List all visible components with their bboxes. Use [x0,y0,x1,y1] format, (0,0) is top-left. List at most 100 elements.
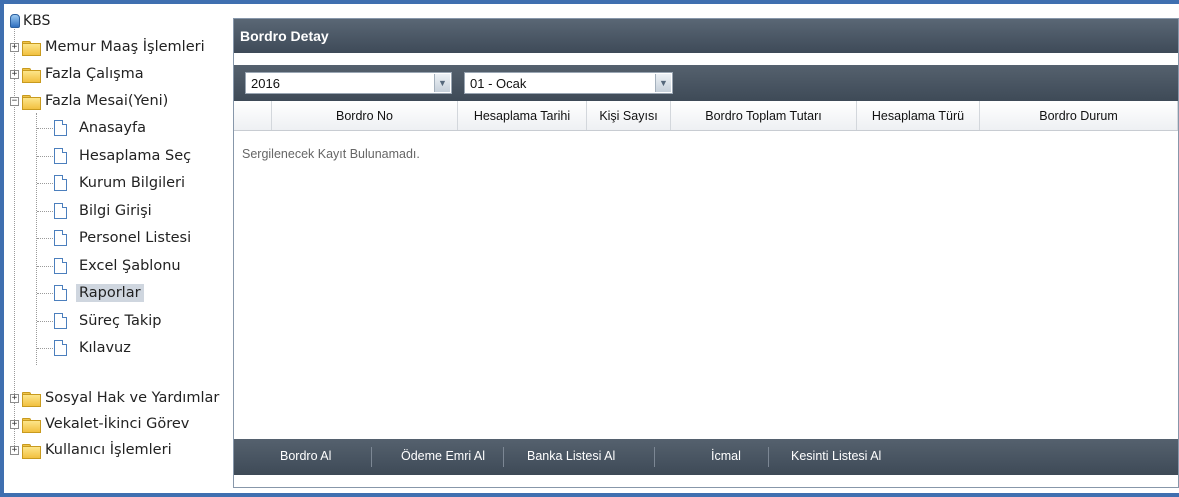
panel-title: Bordro Detay [240,28,329,44]
tree-item-label: Fazla Çalışma [45,66,144,82]
odeme-emri-al-button[interactable]: Ödeme Emri Al [401,449,485,463]
tree-child-surec-takip[interactable]: Süreç Takip [54,310,165,332]
folder-icon [22,443,41,459]
tree-item-kullanici[interactable]: Kullanıcı İşlemleri [22,439,175,461]
tree-connector [37,321,55,322]
month-select-value: 01 - Ocak [470,75,527,91]
toolbar-separator [768,447,769,467]
expand-vekalet-icon[interactable]: + [10,420,19,429]
page-icon [54,340,67,356]
tree-child-kurum-bilgileri[interactable]: Kurum Bilgileri [54,172,188,194]
tree-item-label: Sosyal Hak ve Yardımlar [45,390,220,406]
tree-connector [37,128,55,129]
icmal-button[interactable]: İcmal [711,449,741,463]
column-header-label: Kişi Sayısı [599,108,658,123]
tree-item-sosyal-hak[interactable]: Sosyal Hak ve Yardımlar [22,387,222,409]
tree-child-label: Kılavuz [79,340,131,356]
tree-child-raporlar[interactable]: Raporlar [54,282,144,304]
tree-item-memur-maas[interactable]: Memur Maaş İşlemleri [22,36,208,58]
folder-icon [22,40,41,56]
tree-connector [37,348,55,349]
tree-child-hesaplama-sec[interactable]: Hesaplama Seç [54,145,194,167]
column-header-label: Hesaplama Tarihi [473,108,571,123]
collapse-fazla-mesai-icon[interactable]: − [10,97,19,106]
tree-child-label: Excel Şablonu [79,258,181,274]
tree-child-label: Raporlar [76,284,144,302]
banka-listesi-al-button[interactable]: Banka Listesi Al [527,449,615,463]
tree-connector [37,156,55,157]
tree-item-fazla-mesai-yeni[interactable]: Fazla Mesai(Yeni) [22,90,171,112]
action-toolbar: Bordro Al Ödeme Emri Al Banka Listesi Al… [234,439,1178,475]
kesinti-listesi-al-button[interactable]: Kesinti Listesi Al [791,449,881,463]
bordro-al-button[interactable]: Bordro Al [280,449,331,463]
page-icon [54,230,67,246]
tree-item-label: Vekalet-İkinci Görev [45,416,190,432]
app-window: KBS + Memur Maaş İşlemleri + Fazla Çalış… [4,4,1179,493]
tree-root-label: KBS [23,13,51,29]
column-header-bordro-no[interactable]: Bordro No [272,101,458,130]
year-select[interactable]: 2016 ▼ [245,72,452,94]
expand-kullanici-icon[interactable]: + [10,446,19,455]
tree-item-vekalet[interactable]: Vekalet-İkinci Görev [22,413,192,435]
column-header-kisi-sayisi[interactable]: Kişi Sayısı [587,101,671,130]
page-icon [54,120,67,136]
tree-connector [37,293,55,294]
navigation-tree: KBS + Memur Maaş İşlemleri + Fazla Çalış… [4,4,230,493]
column-header-label: Bordro No [336,108,393,123]
column-header-bordro-durum[interactable]: Bordro Durum [980,101,1178,130]
tree-child-personel-listesi[interactable]: Personel Listesi [54,227,194,249]
folder-icon [22,67,41,83]
folder-icon [22,417,41,433]
toolbar-separator [654,447,655,467]
month-select[interactable]: 01 - Ocak ▼ [464,72,673,94]
tree-child-anasayfa[interactable]: Anasayfa [54,117,149,139]
tree-child-bilgi-girisi[interactable]: Bilgi Girişi [54,200,155,222]
panel-header: Bordro Detay [234,19,1178,53]
page-icon [54,203,67,219]
empty-grid-message: Sergilenecek Kayıt Bulunamadı. [242,147,420,161]
page-icon [54,258,67,274]
expand-sosyal-hak-icon[interactable]: + [10,394,19,403]
grid-header: Bordro No Hesaplama Tarihi Kişi Sayısı B… [234,101,1178,131]
tree-child-label: Hesaplama Seç [79,148,192,164]
tree-child-label: Kurum Bilgileri [79,175,186,191]
expand-fazla-calisma-icon[interactable]: + [10,70,19,79]
column-header-label: Hesaplama Türü [871,108,965,123]
tree-item-label: Memur Maaş İşlemleri [45,39,205,55]
toolbar-separator [503,447,504,467]
tree-child-label: Personel Listesi [79,230,192,246]
filter-toolbar: 2016 ▼ 01 - Ocak ▼ [234,65,1178,101]
year-select-value: 2016 [251,75,280,91]
tree-connector [14,22,15,454]
folder-icon [22,391,41,407]
tree-item-label: Fazla Mesai(Yeni) [45,93,169,109]
tree-child-label: Süreç Takip [79,313,162,329]
tree-root-kbs[interactable]: KBS [10,10,50,32]
tree-child-label: Bilgi Girişi [79,203,152,219]
tree-child-kilavuz[interactable]: Kılavuz [54,337,134,359]
tree-connector [37,183,55,184]
bordro-detay-panel: Bordro Detay 2016 ▼ 01 - Ocak ▼ Bordro N… [233,18,1179,488]
toolbar-separator [371,447,372,467]
tree-connector [37,238,55,239]
tree-item-label: Kullanıcı İşlemleri [45,442,172,458]
page-icon [54,148,67,164]
expand-memur-maas-icon[interactable]: + [10,43,19,52]
page-icon [54,175,67,191]
column-header-select[interactable] [234,101,272,130]
chevron-down-icon[interactable]: ▼ [655,74,671,92]
column-header-toplam-tutar[interactable]: Bordro Toplam Tutarı [671,101,857,130]
tree-item-fazla-calisma[interactable]: Fazla Çalışma [22,63,147,85]
chevron-down-icon[interactable]: ▼ [434,74,450,92]
tree-child-excel-sablonu[interactable]: Excel Şablonu [54,255,184,277]
page-icon [54,313,67,329]
column-header-hesaplama-tarihi[interactable]: Hesaplama Tarihi [458,101,587,130]
tree-connector [37,211,55,212]
tree-child-label: Anasayfa [79,120,147,136]
page-icon [54,285,67,301]
tree-connector [36,113,37,365]
column-header-hesaplama-turu[interactable]: Hesaplama Türü [857,101,980,130]
kbs-root-icon [10,14,20,28]
column-header-label: Bordro Toplam Tutarı [705,108,822,123]
open-folder-icon [22,94,41,110]
